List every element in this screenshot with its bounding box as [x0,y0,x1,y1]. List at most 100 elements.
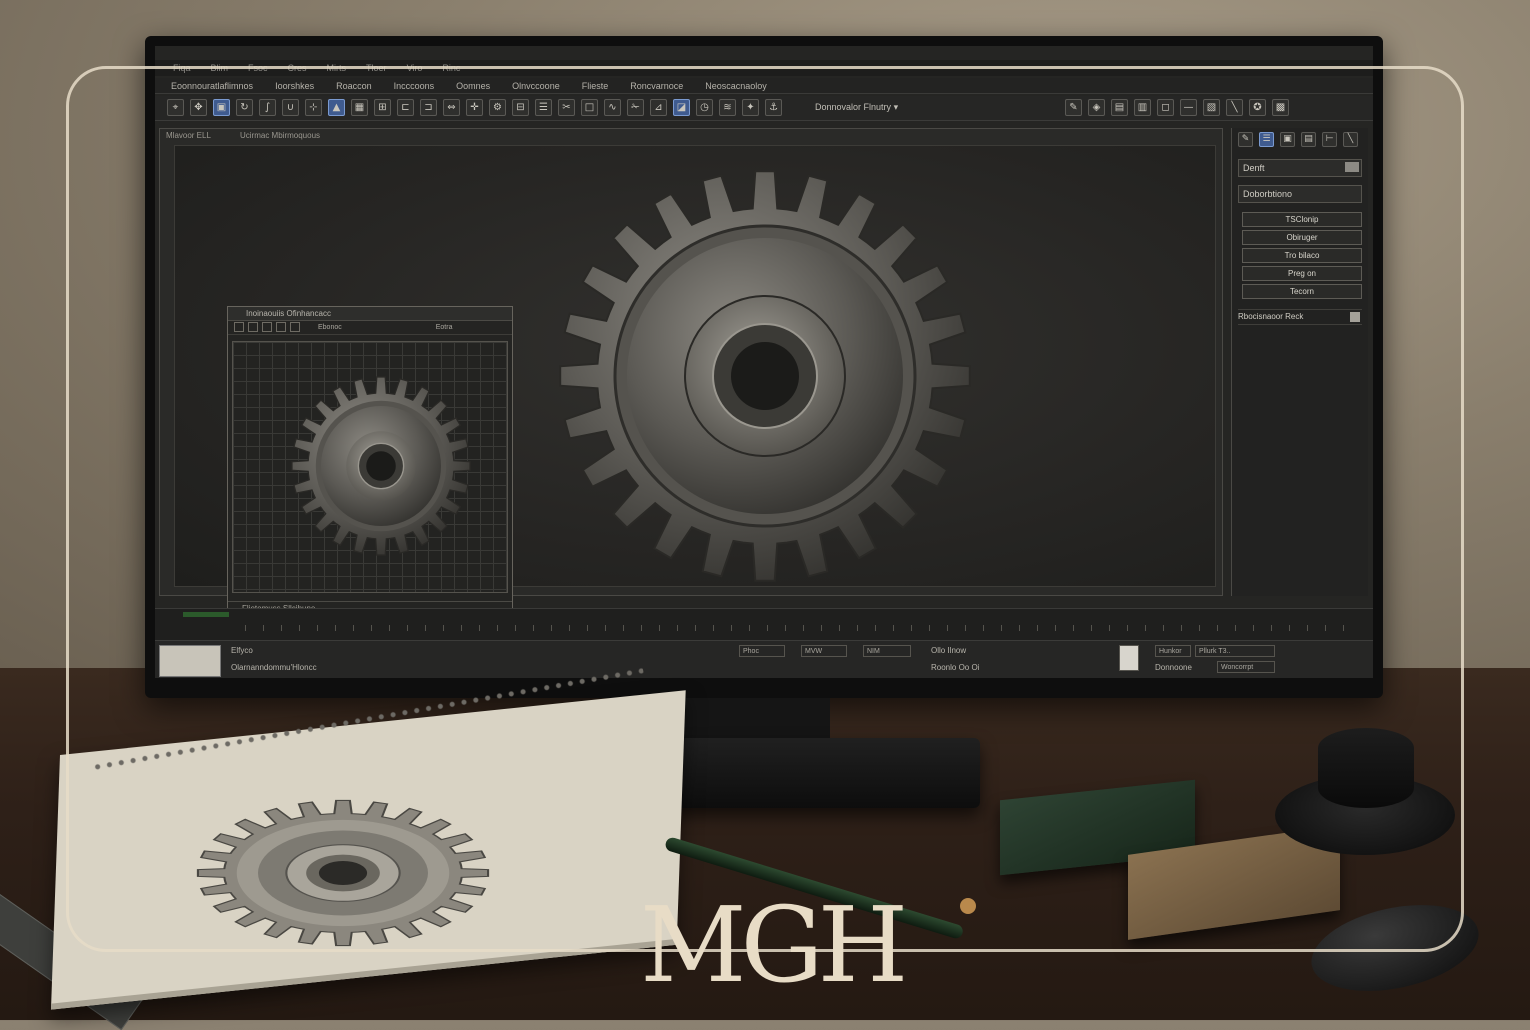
tree-icon[interactable]: ⊢ [1322,132,1337,147]
panel-button-2[interactable]: Tro bilaco [1242,248,1362,263]
menu-item-4[interactable]: Mirts [327,60,347,76]
status-field-2[interactable]: MVW [801,645,847,657]
magnet-icon[interactable]: ∪ [282,99,299,116]
sweep-icon[interactable]: ⊐ [420,99,437,116]
snap-icon[interactable]: ≋ [719,99,736,116]
page-icon[interactable]: ▤ [1111,99,1128,116]
curve-icon[interactable]: ∫ [259,99,276,116]
preview-tool-icon[interactable] [248,322,258,332]
grid-icon[interactable]: ▦ [351,99,368,116]
badge-icon[interactable]: ✪ [1249,99,1266,116]
panel-button-1[interactable]: Obiruger [1242,230,1362,245]
main-toolbar: ⌖ ✥ ▣ ↻ ∫ ∪ ⊹ ▲ ▦ ⊞ ⊏ ⊐ ⇔ ✛ ⚙ ⊟ ☰ ✂ □ ∿ [155,96,1373,121]
measure-icon[interactable]: ⊿ [650,99,667,116]
gear-3d-model[interactable] [535,146,995,606]
ribbon-tabs: Eoonnouratlaflimnos Ioorshkes Roaccon In… [155,78,1373,94]
menu-item-0[interactable]: Fiqa [173,60,191,76]
main-viewport[interactable]: Mlavoor ELL Ucirmac Mbirmoquous Inoinaou… [159,128,1223,616]
table-icon[interactable]: ⊟ [512,99,529,116]
rotate-icon[interactable]: ↻ [236,99,253,116]
menu-item-5[interactable]: Tloer [366,60,387,76]
color-swatch[interactable] [1345,162,1359,172]
brush-icon[interactable]: ✎ [1238,132,1253,147]
preview-tool-icon[interactable] [290,322,300,332]
cut-icon[interactable]: ✁ [627,99,644,116]
shield-icon[interactable]: ◈ [1088,99,1105,116]
pen-icon[interactable]: ✎ [1065,99,1082,116]
clock-icon[interactable]: ◷ [696,99,713,116]
preview-grid-canvas[interactable] [232,341,508,593]
file-icon[interactable]: ▧ [1203,99,1220,116]
frame-icon[interactable]: ⊞ [374,99,391,116]
cube-icon[interactable]: ▣ [213,99,230,116]
line-icon[interactable]: ╲ [1343,132,1358,147]
select-icon[interactable]: ⌖ [167,99,184,116]
record-button[interactable] [1119,645,1139,671]
ribbon-tab-8[interactable]: Neoscacnaoloy [705,78,767,93]
pivot-icon[interactable]: ✛ [466,99,483,116]
ribbon-tab-3[interactable]: Incccoons [394,78,435,93]
property-field[interactable]: Denft [1238,159,1362,177]
thumbnail[interactable] [159,645,221,677]
preview-dropdown[interactable]: Ebonoc [318,322,342,333]
ribbon-tab-2[interactable]: Roaccon [336,78,372,93]
status-field-1[interactable]: Phoc [739,645,785,657]
extrude-icon[interactable]: ⊏ [397,99,414,116]
brand-logo: MGH [640,884,908,1006]
preview-tool-icon[interactable] [262,322,272,332]
spline-icon[interactable]: ∿ [604,99,621,116]
timeline-ruler[interactable] [245,617,1345,631]
view-dropdown[interactable]: Donnovalor Flnutry ▾ [815,100,935,115]
status-bar: Elfyco Olarnanndommu'Hloncc Phoc MVW NIM… [155,640,1373,678]
ribbon-tab-1[interactable]: Ioorshkes [275,78,314,93]
layers-icon[interactable]: ☰ [535,99,552,116]
anchor-icon[interactable]: ⚓ [765,99,782,116]
status-text-3: Ollo Ilnow [931,646,967,655]
minimize-icon[interactable]: — [1180,99,1197,116]
ribbon-tab-0[interactable]: Eoonnouratlaflimnos [171,78,253,93]
render-icon[interactable]: ◪ [673,99,690,116]
gear-sketch [196,799,490,947]
ribbon-tab-7[interactable]: Roncvarnoce [630,78,683,93]
menu-item-3[interactable]: Cres [288,60,307,76]
description-field[interactable]: Doborbtiono [1238,185,1362,203]
menu-item-1[interactable]: Blim [211,60,229,76]
window-icon[interactable]: ▩ [1272,99,1289,116]
mirror-icon[interactable]: ⇔ [443,99,460,116]
status-field-4[interactable]: Hunkor [1155,645,1191,657]
document-icon[interactable]: ▥ [1134,99,1151,116]
list-icon[interactable]: ☰ [1259,132,1274,147]
ribbon-tab-4[interactable]: Oomnes [456,78,490,93]
preview-tool-icon[interactable] [234,322,244,332]
panel-button-4[interactable]: Tecorn [1242,284,1362,299]
slash-icon[interactable]: ╲ [1226,99,1243,116]
panel-icon[interactable]: ▤ [1301,132,1316,147]
triangle-icon[interactable]: ▲ [328,99,345,116]
panel-button-3[interactable]: Preg on [1242,266,1362,281]
viewport-tab[interactable]: Mlavoor ELL [166,131,211,140]
panel-checkbox[interactable] [1350,312,1360,322]
image-icon[interactable]: ▣ [1280,132,1295,147]
status-field-3[interactable]: NIM [863,645,911,657]
ribbon-tab-6[interactable]: Flieste [582,78,609,93]
axis-icon[interactable]: ⊹ [305,99,322,116]
preview-tool-icon[interactable] [276,322,286,332]
preview-window[interactable]: Inoinaouiis Ofinhancacc Ebonoc Eotra [227,306,513,616]
menu-item-6[interactable]: Viro [407,60,423,76]
preview-window-title[interactable]: Inoinaouiis Ofinhancacc [228,307,512,321]
ribbon-tab-5[interactable]: Olnvccoone [512,78,560,93]
panel-button-0[interactable]: TSClonip [1242,212,1362,227]
wand-icon[interactable]: ✦ [742,99,759,116]
menu-item-2[interactable]: Fsoc [248,60,268,76]
box-icon[interactable]: □ [581,99,598,116]
menu-item-7[interactable]: Rinc [442,60,460,76]
trim-icon[interactable]: ✂ [558,99,575,116]
square-icon[interactable]: ◻ [1157,99,1174,116]
status-field-6[interactable]: Woncorrpt [1217,661,1275,673]
viewport-canvas[interactable]: Inoinaouiis Ofinhancacc Ebonoc Eotra [174,145,1216,616]
gear-icon[interactable]: ⚙ [489,99,506,116]
status-field-5[interactable]: Pllurk T3.. [1195,645,1275,657]
timeline[interactable] [155,608,1373,641]
panel-checkbox-row[interactable]: Rbocisnaoor Reck [1238,309,1362,325]
move-icon[interactable]: ✥ [190,99,207,116]
